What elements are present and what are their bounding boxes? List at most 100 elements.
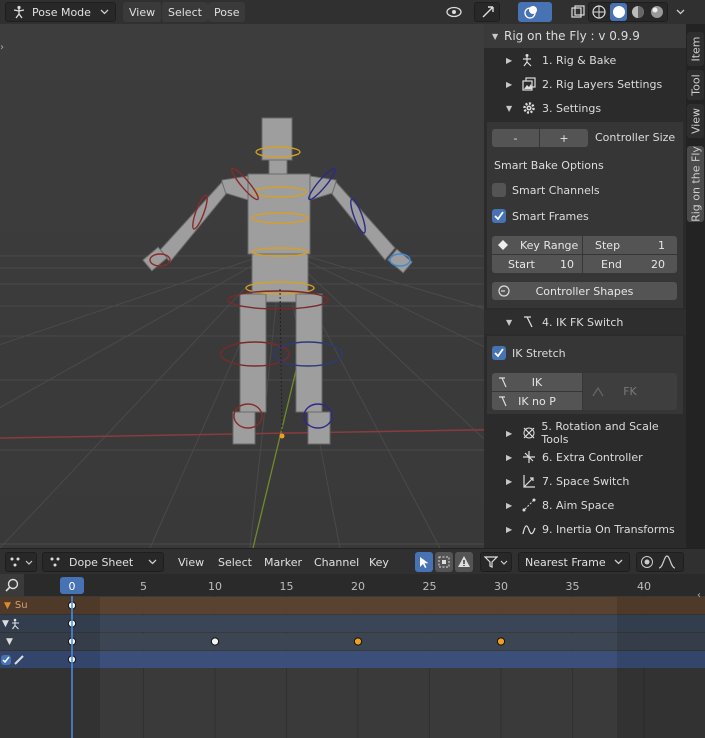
dope-menu-select[interactable]: Select: [212, 552, 258, 572]
section-extra-controller[interactable]: ▶ 6. Extra Controller: [484, 445, 686, 469]
dope-menu-marker[interactable]: Marker: [258, 552, 308, 572]
tab-tool[interactable]: Tool: [687, 70, 704, 100]
channel-bone[interactable]: [0, 651, 26, 668]
step-field[interactable]: Step 1: [583, 236, 677, 254]
keyframe[interactable]: [353, 637, 363, 646]
overlays-icon: [524, 5, 538, 19]
pose-mode-icon: [12, 5, 26, 19]
solid-shading-icon[interactable]: [610, 3, 627, 21]
frame-label: 40: [637, 580, 651, 593]
action-row[interactable]: [0, 633, 705, 650]
snap-dropdown[interactable]: Nearest Frame: [518, 552, 630, 572]
smart-frames-checkbox[interactable]: Smart Frames: [492, 209, 589, 223]
section-aim-space[interactable]: ▶ 8. Aim Space: [484, 493, 686, 517]
channel-action[interactable]: ▼: [6, 633, 26, 650]
controller-shapes-button[interactable]: Controller Shapes: [492, 282, 677, 300]
gizmo-toggle[interactable]: [474, 2, 500, 22]
chevron-down-icon: [25, 560, 33, 565]
size-plus-button[interactable]: +: [540, 129, 588, 147]
end-label: End: [601, 257, 622, 271]
section-rotation-scale[interactable]: ▶ 5. Rotation and Scale Tools: [484, 420, 686, 446]
tab-view[interactable]: View: [687, 104, 704, 138]
chevron-down-icon: [500, 560, 508, 565]
chevron-down-icon: [676, 9, 685, 15]
wireframe-shading-icon[interactable]: [591, 4, 607, 20]
tab-tool-label: Tool: [689, 74, 702, 96]
triangle-right-icon: ▶: [506, 428, 513, 438]
section-ik-fk-label: 4. IK FK Switch: [542, 315, 624, 329]
object-row[interactable]: [0, 615, 705, 632]
menu-view[interactable]: View: [123, 2, 162, 22]
frame-label: 20: [351, 580, 365, 593]
sidebar-expander[interactable]: ‹: [697, 590, 701, 601]
keyframe[interactable]: [496, 637, 506, 646]
keyframe[interactable]: [210, 637, 220, 646]
panel-header[interactable]: ▼ Rig on the Fly : v 0.9.9: [484, 24, 686, 48]
ik-stretch-checkbox[interactable]: IK Stretch: [492, 346, 566, 360]
frame-label: 25: [423, 580, 437, 593]
section-settings[interactable]: ▼ 3. Settings: [484, 96, 686, 120]
fk-button[interactable]: FK: [583, 373, 677, 410]
channel-object[interactable]: ▼: [2, 615, 26, 632]
section-rig-layers[interactable]: ▶ 2. Rig Layers Settings: [484, 72, 686, 96]
mode-dropdown[interactable]: Pose Mode: [5, 2, 116, 22]
toolbar-expander[interactable]: ›: [0, 42, 4, 53]
bone-icon: [13, 654, 25, 666]
smart-channels-label: Smart Channels: [512, 183, 600, 197]
keyframe-icon: [498, 240, 508, 250]
proportional-circle-icon[interactable]: [640, 555, 654, 569]
section-inertia[interactable]: ▶ 9. Inertia On Transforms: [484, 517, 686, 541]
dope-mode-dropdown[interactable]: Dope Sheet: [42, 552, 164, 572]
visibility-dropdown[interactable]: [440, 2, 470, 22]
section-ik-fk-switch[interactable]: ▼ 4. IK FK Switch: [484, 310, 686, 334]
rendered-shading-icon[interactable]: [649, 4, 665, 20]
xray-toggle[interactable]: [565, 2, 585, 22]
summary-row[interactable]: [0, 597, 705, 614]
end-field[interactable]: End 20: [583, 255, 677, 273]
timeline-canvas: 5 10 15 20 25 30 35 40 0: [0, 574, 705, 738]
tab-rig-on-the-fly[interactable]: Rig on the Fly: [687, 146, 704, 222]
sidebar-tabs: Item Tool View Rig on the Fly: [686, 24, 705, 548]
channel-summary[interactable]: ▼ Su: [0, 597, 28, 614]
ik-button[interactable]: IK: [492, 373, 582, 391]
section-space-switch[interactable]: ▶ 7. Space Switch: [484, 469, 686, 493]
filter-icon: [484, 556, 498, 568]
key-range-button[interactable]: Key Range: [492, 236, 582, 254]
start-value: 10: [560, 257, 574, 271]
chevron-down-icon: [100, 9, 109, 15]
section-rig-bake[interactable]: ▶ 1. Rig & Bake: [484, 48, 686, 72]
menu-pose[interactable]: Pose: [208, 2, 246, 22]
viewport-header: Pose Mode View Select Pose: [0, 0, 705, 24]
only-selected-toggle[interactable]: [415, 552, 433, 572]
start-field[interactable]: Start 10: [492, 255, 582, 273]
menu-select[interactable]: Select: [162, 2, 208, 22]
smart-frames-label: Smart Frames: [512, 209, 589, 223]
triangle-down-icon: ▼: [2, 618, 9, 629]
dope-menu-view[interactable]: View: [172, 552, 210, 572]
overlays-toggle[interactable]: [518, 2, 552, 22]
smart-channels-checkbox[interactable]: Smart Channels: [492, 183, 600, 197]
show-hidden-toggle[interactable]: [435, 552, 453, 572]
selected-channel-row[interactable]: [0, 651, 705, 668]
dope-menu-key[interactable]: Key: [363, 552, 395, 572]
falloff-curve-icon[interactable]: [658, 555, 676, 569]
dope-sheet-timeline[interactable]: 5 10 15 20 25 30 35 40 0 ▼ Su ▼ ▼ ‹: [0, 574, 705, 738]
size-minus-button[interactable]: -: [492, 129, 539, 147]
editor-type-dropdown[interactable]: [5, 552, 37, 572]
section-rig-bake-label: 1. Rig & Bake: [542, 53, 617, 67]
filter-dropdown[interactable]: [480, 552, 512, 572]
only-errors-toggle[interactable]: [455, 552, 473, 572]
material-shading-icon[interactable]: [630, 4, 646, 20]
dope-sheet-icon: [9, 556, 23, 568]
ik-chain-icon: [498, 395, 512, 407]
channel-search[interactable]: [0, 574, 24, 596]
start-label: Start: [508, 257, 535, 271]
triangle-down-icon: ▼: [4, 600, 11, 611]
shading-options[interactable]: [670, 2, 688, 22]
gear-icon: [520, 101, 538, 115]
tab-item[interactable]: Item: [687, 32, 704, 66]
origin-point: [279, 433, 285, 439]
ik-no-pole-button[interactable]: IK no P: [492, 392, 582, 410]
rotation-scale-icon: [520, 426, 538, 440]
dope-menu-channel[interactable]: Channel: [308, 552, 365, 572]
